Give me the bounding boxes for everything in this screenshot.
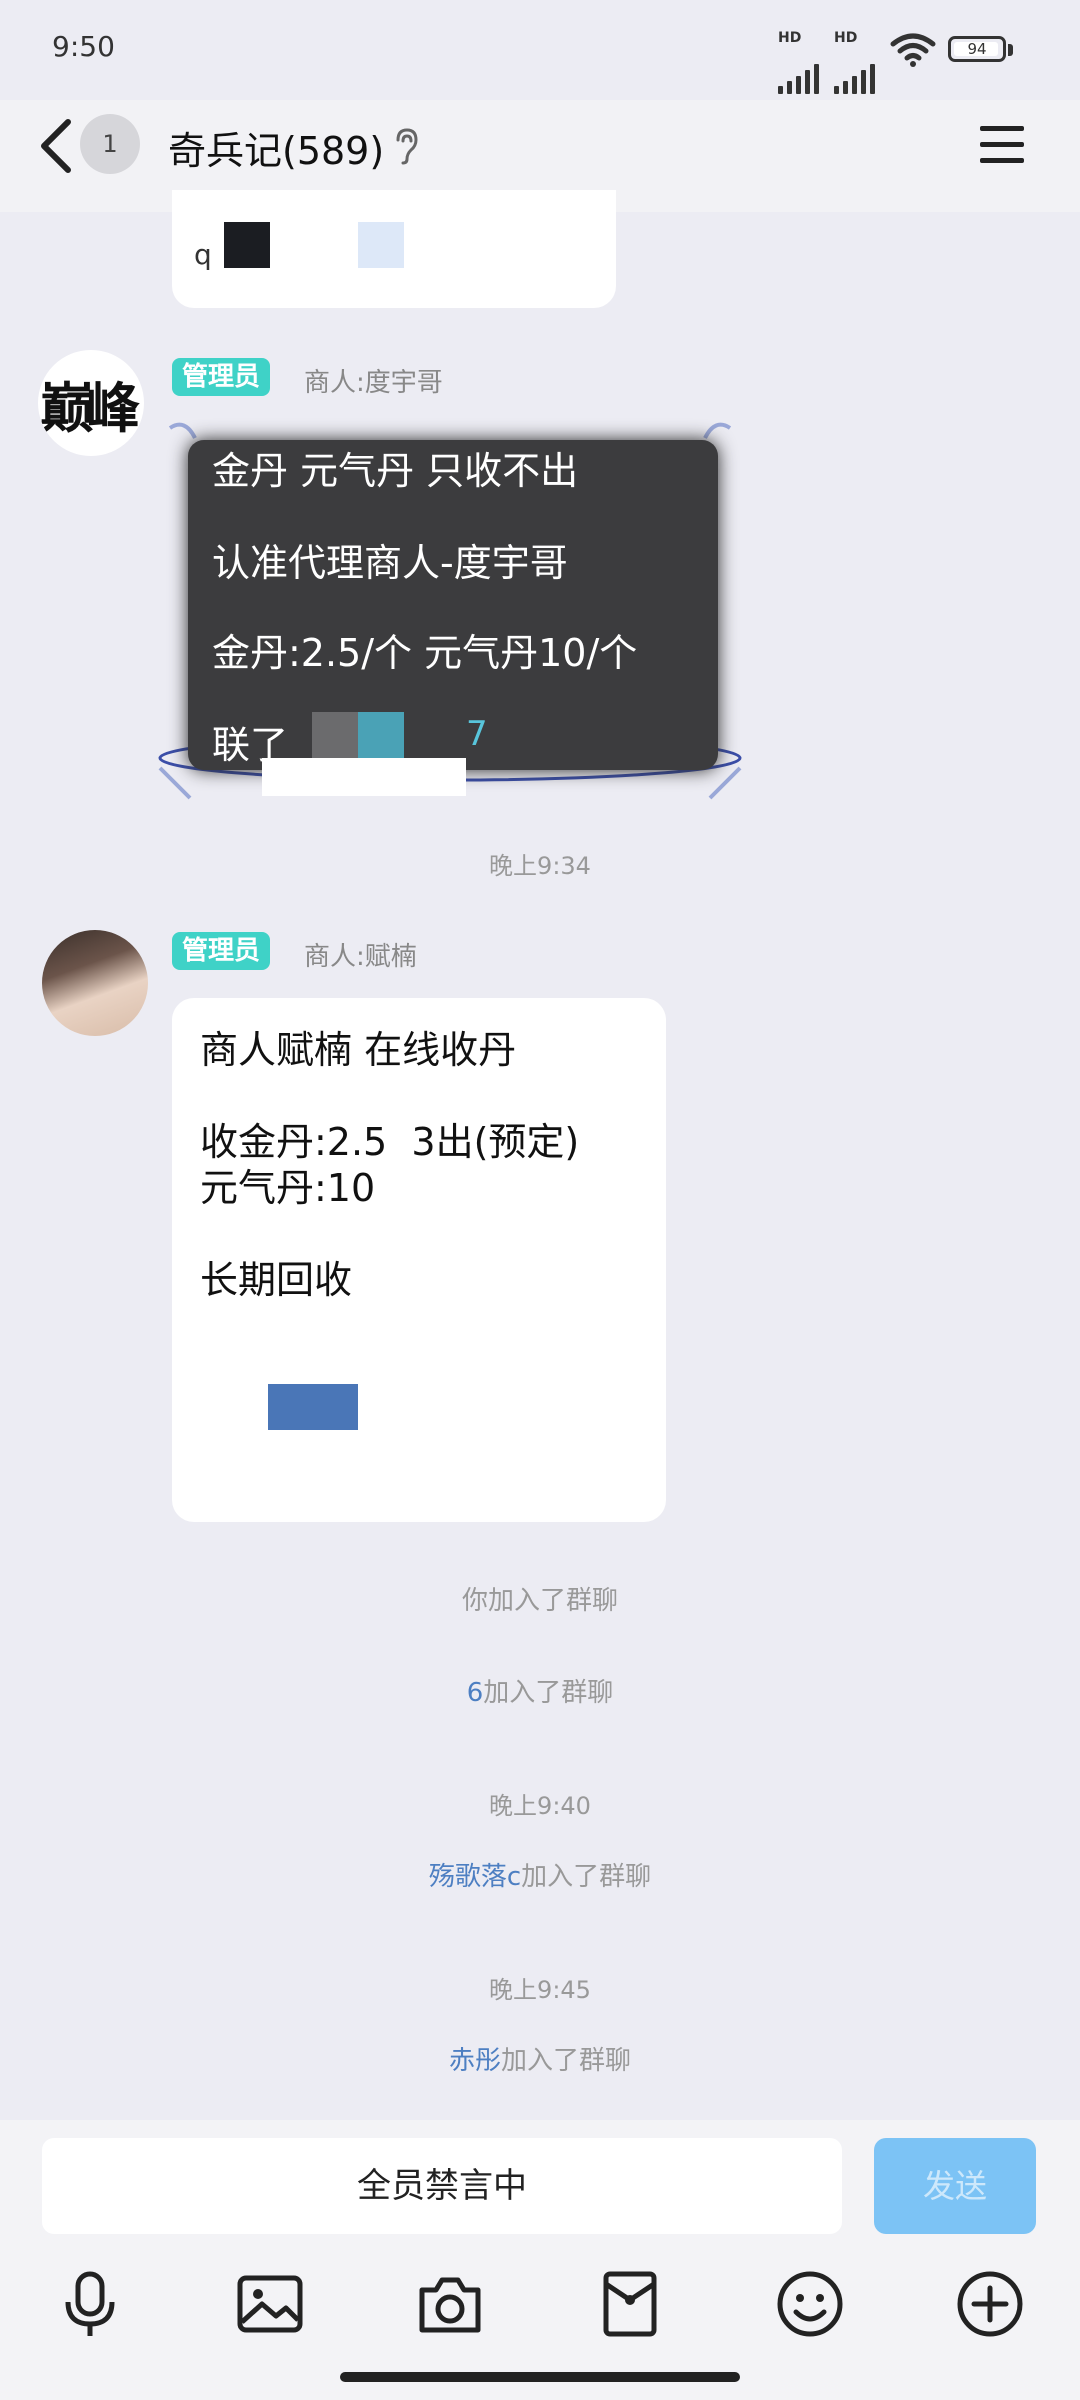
emoji-icon[interactable]: [774, 2268, 846, 2340]
battery-tip: [1008, 44, 1013, 56]
system-join-notice: 殇歌落c加入了群聊: [0, 1856, 1080, 1893]
muted-input-field: 全员禁言中: [42, 2138, 842, 2234]
unread-count-badge[interactable]: 1: [80, 114, 140, 174]
timestamp: 晚上9:34: [489, 852, 591, 880]
image-icon[interactable]: [234, 2268, 306, 2340]
chat-title[interactable]: 奇兵记(589): [168, 120, 384, 175]
message-bubble-decorated[interactable]: 金丹 元气丹 只收不出 认准代理商人-度宇哥 金丹:2.5/个 元气丹10/个 …: [188, 440, 718, 770]
previous-message-bubble: q: [172, 190, 616, 308]
signal-strength-icon-2: HD: [834, 30, 882, 94]
join-text: 加入了群聊: [501, 2046, 632, 2076]
wifi-icon: [890, 33, 936, 67]
member-nickname[interactable]: 赤彤: [449, 2046, 501, 2076]
message-line: 金丹 元气丹 只收不出: [212, 449, 579, 493]
join-text: 加入了群聊: [521, 1862, 652, 1892]
home-indicator[interactable]: [340, 2372, 740, 2382]
hd-label-2: HD: [834, 30, 858, 46]
battery-icon: 94: [948, 36, 1006, 62]
member-nickname[interactable]: 殇歌落c: [429, 1862, 521, 1892]
redaction-block: [358, 222, 404, 268]
plus-icon[interactable]: [954, 2268, 1026, 2340]
message-line: 元气丹:10: [200, 1166, 376, 1210]
avatar[interactable]: 巅峰: [38, 350, 144, 456]
camera-icon[interactable]: [414, 2268, 486, 2340]
ear-icon[interactable]: [392, 126, 422, 166]
timestamp: 晚上9:40: [489, 1792, 591, 1820]
message-line: 认准代理商人-度宇哥: [212, 541, 568, 585]
message-line: 长期回收: [200, 1258, 353, 1302]
redaction-block: [262, 758, 466, 796]
join-text: 加入了群聊: [483, 1678, 614, 1708]
message-line: 7: [466, 714, 488, 754]
send-button[interactable]: 发送: [874, 2138, 1036, 2234]
partial-text: q: [194, 238, 212, 271]
status-bar: 9:50 HD HD 94: [0, 0, 1080, 100]
red-packet-icon[interactable]: [594, 2268, 666, 2340]
avatar[interactable]: [42, 930, 148, 1036]
redaction-block: [268, 1384, 358, 1430]
battery-level: 94: [967, 40, 987, 58]
system-join-notice: 赤彤加入了群聊: [0, 2040, 1080, 2077]
signal-strength-icon: HD: [778, 30, 826, 94]
menu-button[interactable]: [978, 122, 1028, 168]
system-join-notice: 6加入了群聊: [0, 1672, 1080, 1709]
microphone-icon[interactable]: [54, 2268, 126, 2340]
back-arrow-icon[interactable]: [30, 116, 80, 176]
sender-name[interactable]: 商人:度宇哥: [304, 362, 443, 399]
redaction-block: [224, 222, 270, 268]
message-line: 金丹:2.5/个 元气丹10/个: [212, 631, 638, 675]
hd-label: HD: [778, 30, 802, 46]
system-join-notice: 你加入了群聊: [461, 1586, 618, 1616]
avatar-text: 巅峰: [40, 376, 140, 440]
redaction-block: [312, 712, 358, 764]
redaction-block: [358, 712, 404, 764]
admin-tag: 管理员: [172, 932, 271, 970]
message-bubble[interactable]: 商人赋楠 在线收丹 收金丹:2.5 3出(预定) 元气丹:10 长期回收: [172, 998, 666, 1522]
message-line: 商人赋楠 在线收丹: [200, 1028, 517, 1072]
status-time: 9:50: [52, 30, 115, 63]
member-nickname[interactable]: 6: [467, 1678, 484, 1708]
sender-name[interactable]: 商人:赋楠: [304, 936, 417, 973]
admin-tag: 管理员: [172, 358, 271, 396]
timestamp: 晚上9:45: [489, 1976, 591, 2004]
